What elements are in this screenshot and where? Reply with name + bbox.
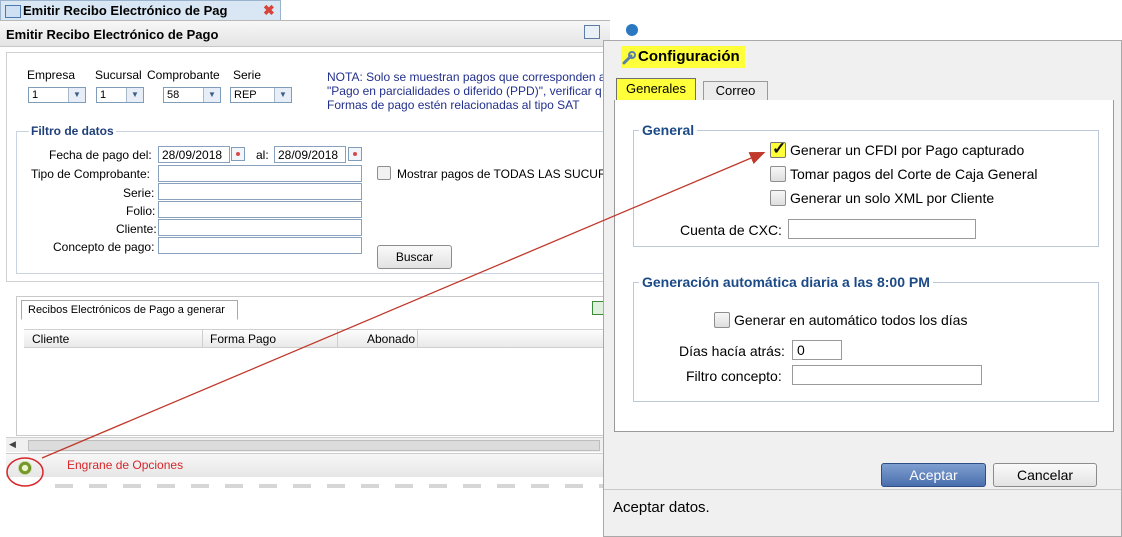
annotation-arrow: [41, 151, 766, 459]
